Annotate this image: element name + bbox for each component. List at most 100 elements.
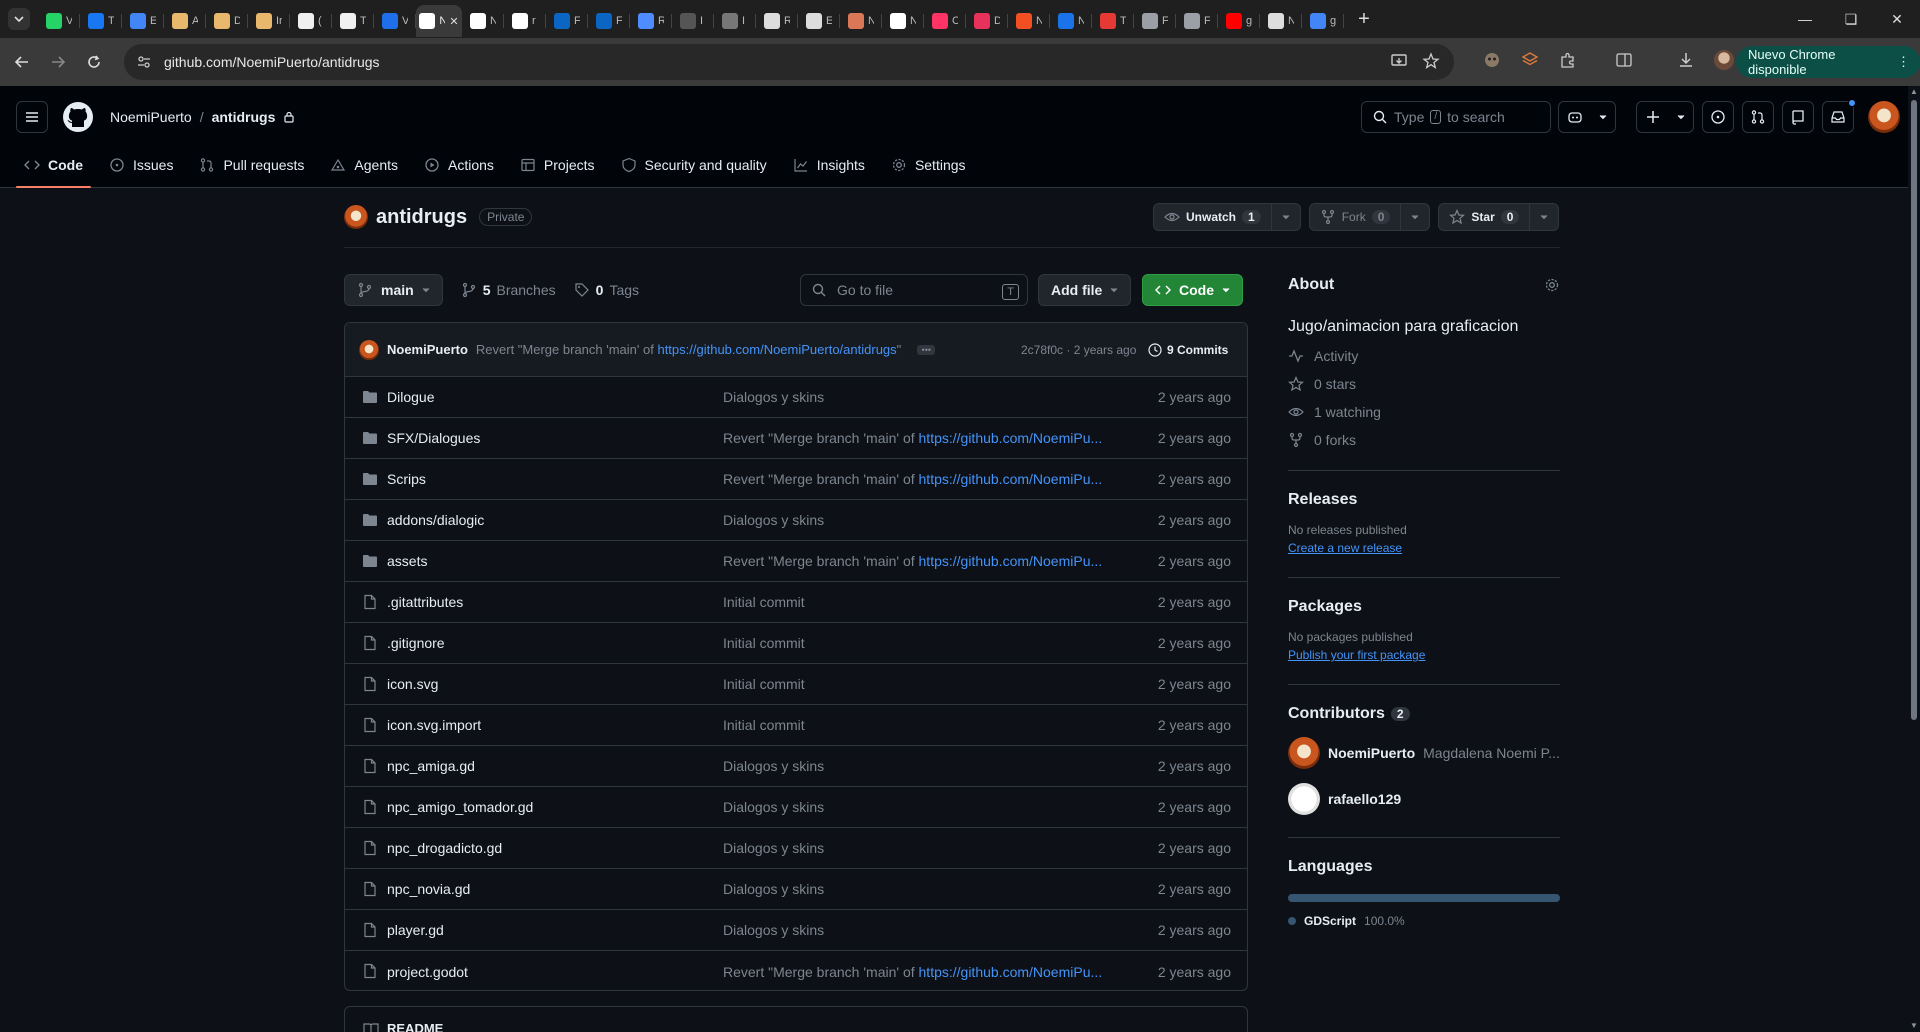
watch-dropdown[interactable] xyxy=(1272,204,1300,230)
file-commit-message[interactable]: Dialogos y skins xyxy=(723,758,824,774)
notifications-button[interactable] xyxy=(1822,99,1856,133)
browser-tab[interactable]: E xyxy=(798,5,840,37)
commits-history-link[interactable]: 9 Commits xyxy=(1147,342,1228,358)
repositories-button[interactable] xyxy=(1782,101,1814,133)
chrome-update-button[interactable]: Nuevo Chrome disponible ⋮ xyxy=(1736,46,1920,78)
commit-message-text[interactable]: Revert "Merge branch 'main' of xyxy=(723,430,919,446)
scrollbar-thumb[interactable] xyxy=(1911,100,1917,720)
commit-message-link[interactable]: https://github.com/NoemiPuerto/antidrugs xyxy=(657,342,896,357)
github-logo-icon[interactable] xyxy=(62,101,94,133)
close-tab-icon[interactable]: ✕ xyxy=(449,15,458,28)
browser-tab[interactable]: N xyxy=(462,5,504,37)
install-app-icon[interactable] xyxy=(1390,52,1408,70)
readme-label[interactable]: README xyxy=(387,1021,443,1032)
create-release-link[interactable]: Create a new release xyxy=(1288,541,1560,555)
unwatch-button[interactable]: Unwatch 1 xyxy=(1153,203,1301,231)
file-name-link[interactable]: npc_amiga.gd xyxy=(387,758,475,774)
global-search-input[interactable]: Type / to search xyxy=(1361,101,1551,133)
commit-message-text[interactable]: Initial commit xyxy=(723,594,805,610)
sidebar-stat-link[interactable]: 1 watching xyxy=(1288,404,1560,420)
extension-copilot-icon[interactable] xyxy=(1480,48,1504,72)
file-name-link[interactable]: npc_drogadicto.gd xyxy=(387,840,502,856)
file-commit-message[interactable]: Initial commit xyxy=(723,635,805,651)
browser-tab[interactable]: I xyxy=(672,5,714,37)
gear-icon[interactable] xyxy=(1544,277,1560,293)
star-dropdown[interactable] xyxy=(1530,204,1558,230)
contributor-avatar[interactable] xyxy=(1288,783,1320,815)
site-info-icon[interactable] xyxy=(136,54,152,70)
browser-tab[interactable]: I xyxy=(714,5,756,37)
file-name-link[interactable]: .gitignore xyxy=(387,635,445,651)
user-avatar[interactable] xyxy=(1868,101,1900,133)
copilot-button[interactable] xyxy=(1558,101,1616,133)
file-commit-message[interactable]: Dialogos y skins xyxy=(723,840,824,856)
url-text[interactable]: github.com/NoemiPuerto/antidrugs xyxy=(164,54,380,70)
open-global-nav-button[interactable] xyxy=(16,101,48,133)
commit-message-text[interactable]: Initial commit xyxy=(723,676,805,692)
sidebar-stat-link[interactable]: 0 forks xyxy=(1288,432,1560,448)
commit-sha-age[interactable]: 2c78f0c · 2 years ago xyxy=(1021,343,1136,357)
browser-tab[interactable]: R xyxy=(756,5,798,37)
downloads-icon[interactable] xyxy=(1674,48,1698,72)
file-name-link[interactable]: icon.svg xyxy=(387,676,438,692)
owner-link[interactable]: NoemiPuerto xyxy=(110,109,192,125)
tab-agents[interactable]: Agents xyxy=(322,142,406,188)
tab-code[interactable]: Code xyxy=(16,142,91,188)
file-name-link[interactable]: npc_amigo_tomador.gd xyxy=(387,799,533,815)
file-commit-message[interactable]: Revert "Merge branch 'main' of https://g… xyxy=(723,553,1102,569)
file-name-link[interactable]: icon.svg.import xyxy=(387,717,481,733)
browser-tab[interactable]: N xyxy=(882,5,924,37)
tab-actions[interactable]: Actions xyxy=(416,142,502,188)
browser-tab[interactable]: V xyxy=(38,5,80,37)
contributor-login[interactable]: rafaello129 xyxy=(1328,791,1401,807)
browser-tab[interactable]: A xyxy=(164,5,206,37)
tab-settings[interactable]: Settings xyxy=(883,142,974,188)
browser-tab[interactable]: E xyxy=(122,5,164,37)
branch-selector[interactable]: main xyxy=(344,274,443,306)
file-commit-message[interactable]: Revert "Merge branch 'main' of https://g… xyxy=(723,471,1102,487)
browser-tab[interactable]: F xyxy=(546,5,588,37)
go-to-file-input[interactable]: Go to file T xyxy=(800,274,1028,306)
create-new-button[interactable] xyxy=(1636,101,1694,133)
commit-message-text[interactable]: Dialogos y skins xyxy=(723,512,824,528)
commit-message-link[interactable]: https://github.com/NoemiPu... xyxy=(919,553,1103,569)
repo-name[interactable]: antidrugs xyxy=(376,206,467,229)
language-item[interactable]: GDScript 100.0% xyxy=(1288,914,1560,928)
file-name-link[interactable]: Dilogue xyxy=(387,389,434,405)
browser-tab[interactable]: T xyxy=(80,5,122,37)
tags-link[interactable]: 0 Tags xyxy=(574,282,639,298)
contributor-avatar[interactable] xyxy=(1288,737,1320,769)
file-commit-message[interactable]: Dialogos y skins xyxy=(723,512,824,528)
tab-pull-requests[interactable]: Pull requests xyxy=(191,142,312,188)
packages-title[interactable]: Packages xyxy=(1288,598,1560,616)
releases-title[interactable]: Releases xyxy=(1288,491,1560,509)
browser-tab[interactable]: R xyxy=(630,5,672,37)
scroll-down-arrow[interactable]: ▼ xyxy=(1910,1022,1918,1030)
file-commit-message[interactable]: Initial commit xyxy=(723,594,805,610)
tab-security-and-quality[interactable]: Security and quality xyxy=(613,142,775,188)
scroll-up-arrow[interactable]: ▲ xyxy=(1910,88,1918,96)
sidebar-stat-link[interactable]: 0 stars xyxy=(1288,376,1560,392)
browser-tab[interactable]: D xyxy=(206,5,248,37)
commit-message-text[interactable]: Dialogos y skins xyxy=(723,799,824,815)
browser-tab[interactable]: Ir xyxy=(248,5,290,37)
browser-tab[interactable]: D xyxy=(966,5,1008,37)
forward-button[interactable] xyxy=(44,48,72,76)
file-name-link[interactable]: assets xyxy=(387,553,427,569)
browser-tab[interactable]: T xyxy=(1092,5,1134,37)
kebab-menu-icon[interactable]: ⋮ xyxy=(1897,54,1910,70)
browser-tab[interactable]: F xyxy=(588,5,630,37)
extensions-puzzle-icon[interactable] xyxy=(1556,48,1580,72)
fork-button[interactable]: Fork 0 xyxy=(1308,203,1431,231)
file-name-link[interactable]: .gitattributes xyxy=(387,594,463,610)
tab-search-button[interactable] xyxy=(8,8,30,30)
profile-avatar[interactable] xyxy=(1712,48,1736,72)
file-commit-message[interactable]: Revert "Merge branch 'main' of https://g… xyxy=(723,964,1102,980)
address-bar[interactable]: github.com/NoemiPuerto/antidrugs xyxy=(124,44,1454,80)
browser-tab[interactable]: r xyxy=(504,5,546,37)
file-name-link[interactable]: npc_novia.gd xyxy=(387,881,470,897)
commit-message-link[interactable]: https://github.com/NoemiPu... xyxy=(919,430,1103,446)
browser-tab[interactable]: F xyxy=(1134,5,1176,37)
commit-message-link[interactable]: https://github.com/NoemiPu... xyxy=(919,471,1103,487)
browser-tab[interactable]: ( xyxy=(290,5,332,37)
